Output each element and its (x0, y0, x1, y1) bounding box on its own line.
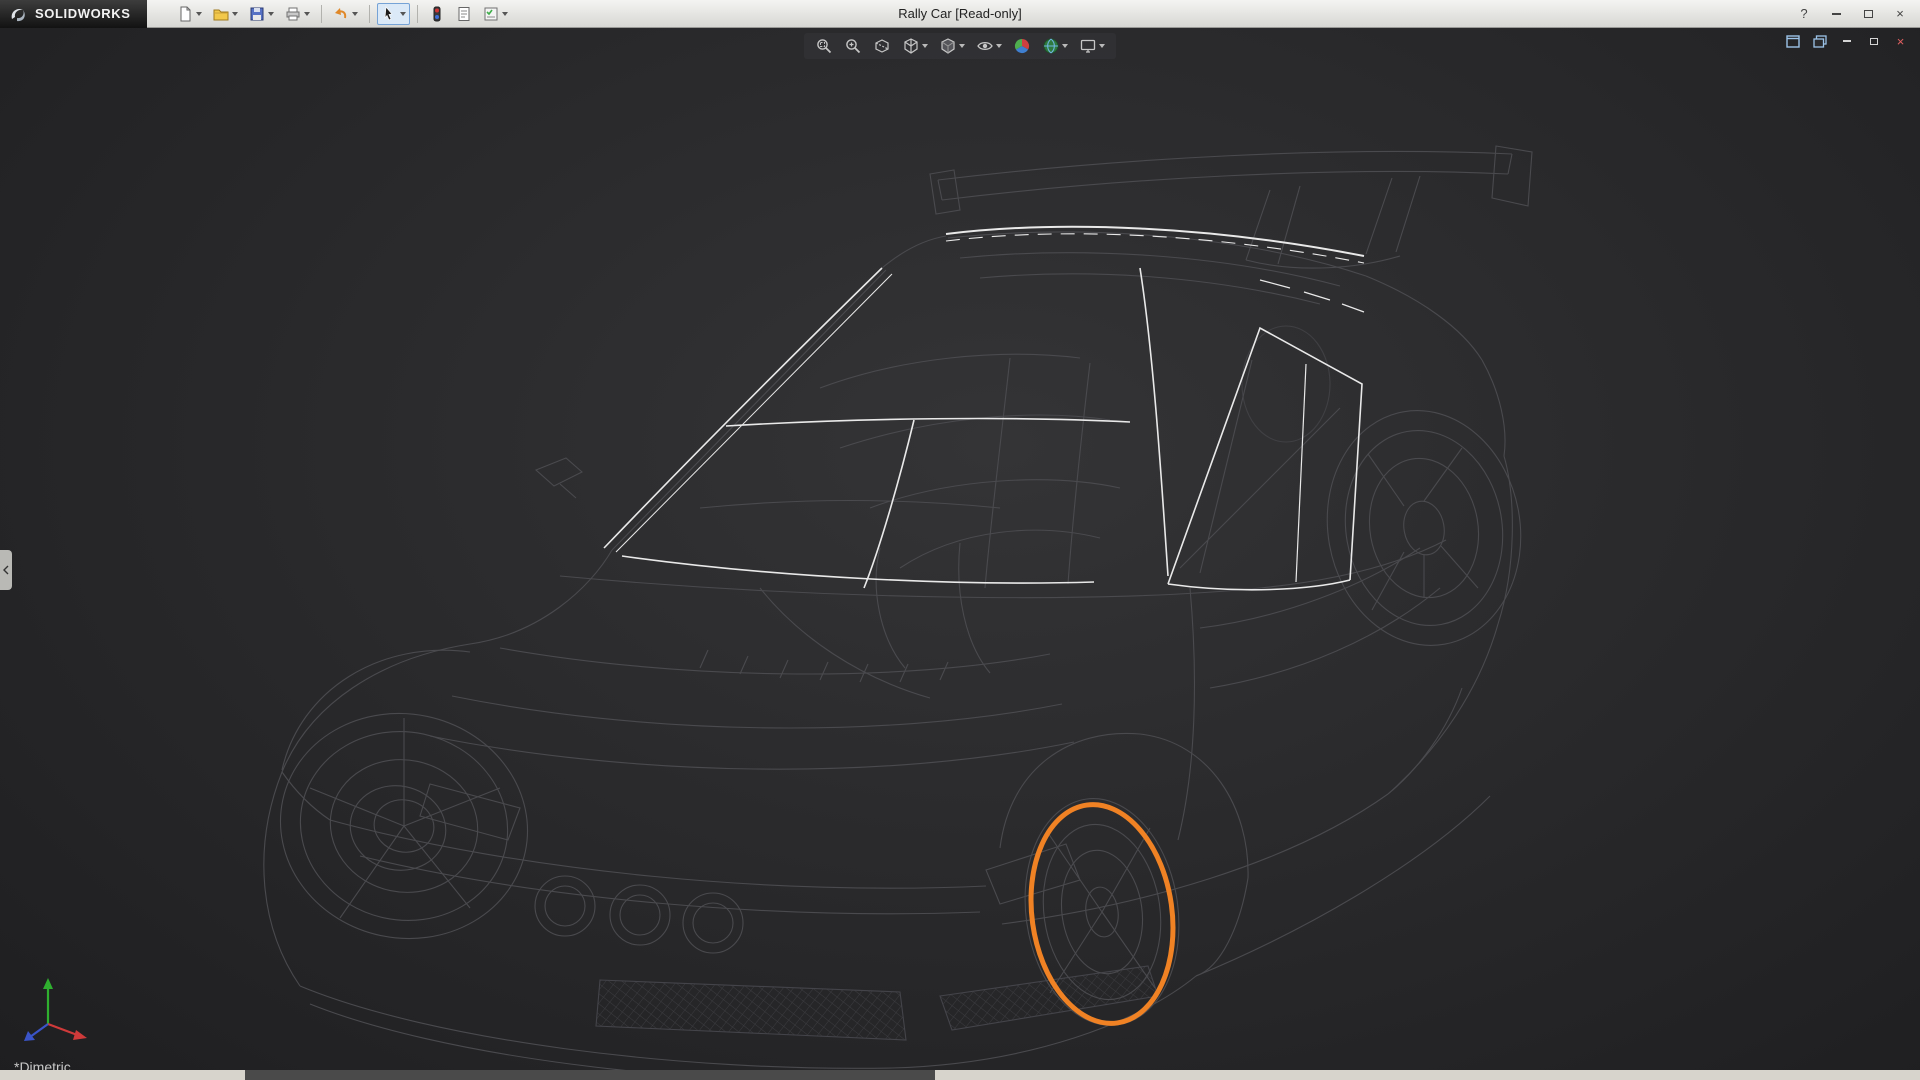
section-view-icon (873, 37, 891, 55)
restore-icon (1864, 10, 1873, 18)
new-document-icon (177, 6, 193, 22)
titlebar: SOLIDWORKS (0, 0, 1920, 28)
select-cursor-icon (381, 6, 397, 22)
view-orientation-button[interactable] (901, 36, 929, 56)
zoom-to-area-icon (815, 37, 833, 55)
taskbar-edge-segment (245, 1070, 935, 1080)
close-button[interactable]: × (1892, 6, 1908, 22)
print-button[interactable] (281, 3, 314, 25)
save-icon (249, 6, 265, 22)
minimize-document-icon (1843, 40, 1851, 42)
zoom-to-fit-button[interactable] (843, 36, 863, 56)
dropdown-caret-icon (1062, 44, 1068, 48)
graphics-viewport[interactable]: × *Dimetric (0, 28, 1920, 1070)
flyout-arrow-icon (3, 565, 9, 575)
main-toolbar (173, 3, 512, 25)
feature-tree-flyout-tab[interactable] (0, 550, 12, 590)
open-button[interactable] (209, 3, 242, 25)
hide-show-eye-icon (976, 37, 994, 55)
view-settings-icon (1079, 37, 1097, 55)
file-properties-button[interactable] (452, 3, 476, 25)
orientation-triad (14, 966, 94, 1046)
section-view-button[interactable] (872, 36, 892, 56)
undo-button[interactable] (329, 3, 362, 25)
apply-scene-button[interactable] (1041, 36, 1069, 56)
rebuild-traffic-light-icon (429, 6, 445, 22)
close-document-button[interactable]: × (1893, 34, 1908, 48)
file-properties-icon (456, 6, 472, 22)
rebuild-button[interactable] (425, 3, 449, 25)
heads-up-view-toolbar (804, 33, 1116, 59)
minimize-button[interactable] (1828, 6, 1844, 22)
minimize-document-button[interactable] (1839, 34, 1854, 48)
orientation-label: *Dimetric (14, 1059, 71, 1070)
options-button[interactable] (479, 3, 512, 25)
new-window-icon (1786, 35, 1800, 48)
toolbar-separator (417, 5, 418, 23)
undo-icon (333, 6, 349, 22)
toolbar-separator (369, 5, 370, 23)
view-orientation-cube-icon (902, 37, 920, 55)
edit-appearance-button[interactable] (1012, 36, 1032, 56)
display-style-button[interactable] (938, 36, 966, 56)
model-canvas[interactable] (0, 28, 1920, 1070)
new-document-button[interactable] (173, 3, 206, 25)
save-button[interactable] (245, 3, 278, 25)
dassault-logo-icon (8, 5, 28, 23)
dropdown-caret-icon (959, 44, 965, 48)
apply-scene-globe-icon (1042, 37, 1060, 55)
minimize-icon (1832, 13, 1841, 15)
restore-button[interactable] (1860, 6, 1876, 22)
zoom-to-area-button[interactable] (814, 36, 834, 56)
select-button[interactable] (377, 3, 410, 25)
window-controls: ? × (1796, 6, 1920, 22)
open-folder-icon (213, 6, 229, 22)
dropdown-caret-icon (922, 44, 928, 48)
zoom-to-fit-icon (844, 37, 862, 55)
dropdown-caret-icon (996, 44, 1002, 48)
restore-document-icon (1870, 38, 1878, 45)
help-button[interactable]: ? (1796, 6, 1812, 22)
brand-text: SOLIDWORKS (35, 6, 131, 21)
view-settings-button[interactable] (1078, 36, 1106, 56)
restore-document-button[interactable] (1866, 34, 1881, 48)
toolbar-separator (321, 5, 322, 23)
options-icon (483, 6, 499, 22)
bottom-strip (0, 1070, 1920, 1080)
display-style-icon (939, 37, 957, 55)
document-window-controls: × (1785, 34, 1908, 48)
close-document-icon: × (1897, 35, 1905, 48)
cascade-windows-button[interactable] (1812, 34, 1827, 48)
new-window-button[interactable] (1785, 34, 1800, 48)
dropdown-caret-icon (1099, 44, 1105, 48)
wireframe-body-group (259, 146, 1539, 1070)
solidworks-logo: SOLIDWORKS (0, 0, 147, 28)
print-icon (285, 6, 301, 22)
hide-show-items-button[interactable] (975, 36, 1003, 56)
edit-appearance-ball-icon (1013, 37, 1031, 55)
cascade-windows-icon (1813, 35, 1827, 48)
